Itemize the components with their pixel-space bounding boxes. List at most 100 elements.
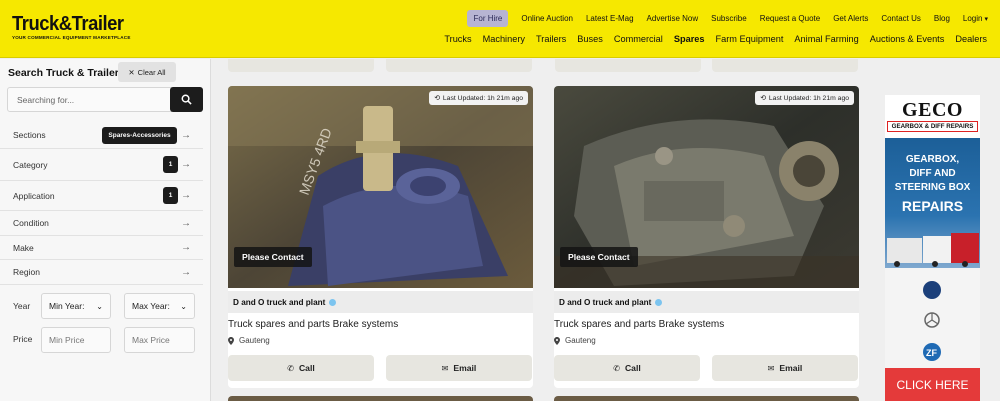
min-year-select[interactable]: Min Year: ⌄ (41, 293, 111, 319)
price-overlay: Please Contact (560, 247, 638, 267)
filter-sections[interactable]: Sections Spares-Accessories → (0, 122, 203, 149)
listing-location: Gauteng (228, 336, 270, 345)
filter-condition[interactable]: Condition → (0, 211, 203, 236)
arrow-right-icon: → (181, 266, 191, 278)
min-year-value: Min Year: (49, 301, 85, 311)
location-text: Gauteng (565, 336, 596, 345)
brand-logos: ZF (923, 281, 941, 361)
email-button[interactable]: ✉ Email (712, 355, 858, 381)
nav-animal-farming[interactable]: Animal Farming (794, 34, 858, 44)
chevron-down-icon: ⌄ (96, 301, 103, 311)
listing-card[interactable]: MSY5 4RD ⟲ Last Updated: 1h 21m ago Pleas… (228, 86, 533, 388)
nav-trailers[interactable]: Trailers (536, 34, 566, 44)
ad-click-here-button[interactable]: CLICK HERE (885, 368, 980, 401)
listing-location: Gauteng (554, 336, 596, 345)
filter-make[interactable]: Make → (0, 236, 203, 260)
nav-commercial[interactable]: Commercial (614, 34, 663, 44)
filter-application[interactable]: Application 1 → (0, 181, 203, 211)
listing-title[interactable]: Truck spares and parts Brake systems (554, 319, 724, 330)
email-button[interactable]: ✉ Email (386, 355, 532, 381)
top-link-online-auction[interactable]: Online Auction (521, 14, 573, 23)
listing-card[interactable]: ⟲ Last Updated: 1h 21m ago Please Contact… (554, 86, 859, 388)
filter-sections-label: Sections (13, 130, 46, 140)
filter-region[interactable]: Region → (0, 260, 203, 285)
last-updated-text: Last Updated: 1h 21m ago (768, 94, 849, 102)
prev-call-button[interactable] (555, 59, 701, 72)
clear-all-button[interactable]: ✕ Clear All (118, 62, 176, 82)
filter-category[interactable]: Category 1 → (0, 149, 203, 181)
dealer-name-text: D and O truck and plant (559, 297, 652, 307)
login-dropdown[interactable]: Login ▾ (963, 14, 988, 23)
next-listing-photo[interactable] (228, 396, 533, 401)
ad-body: GEARBOX, DIFF AND STEERING BOX REPAIRS (885, 138, 980, 268)
nav-auctions-events[interactable]: Auctions & Events (870, 34, 945, 44)
prev-email-button[interactable] (712, 59, 858, 72)
prev-email-button[interactable] (386, 59, 532, 72)
filter-application-count: 1 (163, 187, 178, 204)
ad-line-1: GEARBOX, (905, 154, 960, 165)
prev-call-button[interactable] (228, 59, 374, 72)
envelope-icon: ✉ (441, 363, 449, 373)
call-label: Call (298, 363, 315, 373)
ad-headline: REPAIRS (901, 198, 964, 214)
sidebar-title: Search Truck & Trailer (8, 67, 119, 79)
last-updated-badge: ⟲ Last Updated: 1h 21m ago (429, 91, 528, 105)
next-listing-photo[interactable] (554, 396, 859, 401)
listing-photo[interactable]: MSY5 4RD ⟲ Last Updated: 1h 21m ago Pleas… (228, 86, 533, 288)
nav-farm-equipment[interactable]: Farm Equipment (716, 34, 784, 44)
ad-line-3: STEERING BOX (894, 182, 971, 193)
top-link-contact-us[interactable]: Contact Us (881, 14, 921, 23)
call-button[interactable]: ✆ Call (554, 355, 700, 381)
listing-title[interactable]: Truck spares and parts Brake systems (228, 319, 398, 330)
filter-make-label: Make (13, 242, 34, 253)
top-link-get-alerts[interactable]: Get Alerts (833, 14, 868, 23)
max-year-value: Max Year: (132, 301, 170, 311)
arrow-right-icon: → (181, 129, 191, 141)
advertisement-banner[interactable]: GECO GEARBOX & DIFF REPAIRS GEARBOX, DIF… (885, 95, 980, 401)
phone-icon: ✆ (287, 363, 294, 373)
filter-condition-label: Condition (13, 218, 49, 228)
nav-dealers[interactable]: Dealers (955, 34, 987, 44)
arrow-right-icon: → (181, 159, 191, 170)
ad-subtitle: GEARBOX & DIFF REPAIRS (887, 121, 978, 132)
nav-buses[interactable]: Buses (577, 34, 603, 44)
top-link-for-hire[interactable]: For Hire (467, 10, 509, 27)
top-link-advertise-now[interactable]: Advertise Now (647, 14, 699, 23)
top-link-blog[interactable]: Blog (934, 14, 950, 23)
nav-machinery[interactable]: Machinery (483, 34, 525, 44)
max-price-input[interactable] (124, 327, 195, 353)
dealer-name[interactable]: D and O truck and plant (228, 291, 533, 313)
ad-brand: GECO (902, 99, 963, 121)
filter-application-label: Application (13, 190, 55, 201)
top-link-request-quote[interactable]: Request a Quote (760, 14, 820, 23)
filter-category-label: Category (13, 159, 48, 170)
top-link-latest-emag[interactable]: Latest E-Mag (586, 14, 634, 23)
close-icon: ✕ (128, 67, 135, 77)
envelope-icon: ✉ (767, 363, 775, 373)
history-icon: ⟲ (434, 95, 440, 102)
search-button[interactable] (170, 87, 203, 112)
location-pin-icon (554, 336, 560, 345)
trucks-image (887, 233, 979, 267)
nav-trucks[interactable]: Trucks (444, 34, 471, 44)
search-icon (181, 94, 192, 105)
min-price-input[interactable] (41, 327, 111, 353)
verified-icon (655, 298, 663, 306)
filter-region-label: Region (13, 267, 40, 277)
ad-brand-logos: ZF (885, 268, 980, 368)
site-logo[interactable]: Truck&Trailer YOUR COMMERCIAL EQUIPMENT … (12, 14, 133, 40)
chevron-down-icon: ▾ (984, 16, 988, 23)
verified-icon (329, 298, 337, 306)
email-label: Email (779, 363, 803, 373)
dealer-name[interactable]: D and O truck and plant (554, 291, 859, 313)
ad-line-2: DIFF AND (909, 168, 956, 179)
phone-icon: ✆ (613, 363, 620, 373)
nav-spares[interactable]: Spares (674, 34, 705, 44)
max-year-select[interactable]: Max Year: ⌄ (124, 293, 195, 319)
search-input[interactable] (7, 87, 172, 112)
top-link-subscribe[interactable]: Subscribe (711, 14, 747, 23)
price-overlay: Please Contact (234, 247, 312, 267)
arrow-right-icon: → (181, 190, 191, 201)
listing-photo[interactable]: ⟲ Last Updated: 1h 21m ago Please Contact (554, 86, 859, 288)
call-button[interactable]: ✆ Call (228, 355, 374, 381)
